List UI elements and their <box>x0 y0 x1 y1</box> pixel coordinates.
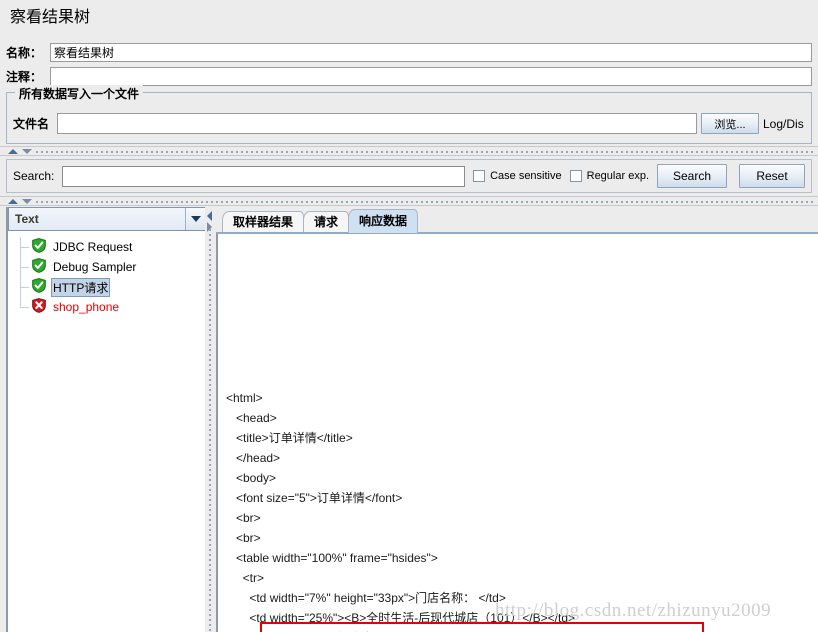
response-line: <br> <box>226 531 261 545</box>
tree-item[interactable]: HTTP请求 <box>8 277 207 297</box>
response-body-text: <html> <head> <title>订单详情</title> </head… <box>226 388 814 632</box>
tree-branch-line <box>20 237 34 257</box>
tree-branch-line <box>20 257 34 277</box>
response-data-viewer[interactable]: <html> <head> <title>订单详情</title> </head… <box>216 234 818 632</box>
response-line: <tr> <box>226 571 265 585</box>
log-display-label: Log/Dis <box>763 116 804 131</box>
response-line: </head> <box>226 451 281 465</box>
split-divider-top[interactable] <box>0 146 818 156</box>
tab-item[interactable]: 请求 <box>303 211 350 233</box>
response-line: <body> <box>226 471 277 485</box>
response-line: <title>订单详情</title> <box>226 431 353 445</box>
divider-grip <box>36 151 816 153</box>
regular-exp-checkbox[interactable]: Regular exp. <box>569 170 649 182</box>
search-input[interactable] <box>62 165 466 187</box>
write-all-data-groupbox: 所有数据写入一个文件 文件名 浏览... Log/Dis <box>6 85 812 144</box>
tree-branch-line <box>20 297 34 317</box>
divider-grip <box>36 201 816 203</box>
tree-item-label: JDBC Request <box>53 240 133 254</box>
tree-item-label: HTTP请求 <box>51 277 111 297</box>
shield-check-icon <box>32 238 51 256</box>
tree-item[interactable]: shop_phone <box>8 297 207 317</box>
search-button[interactable]: Search <box>657 164 727 188</box>
search-label: Search: <box>13 169 55 183</box>
response-line: <html> <box>226 391 263 405</box>
collapse-left-icon[interactable] <box>207 211 212 221</box>
watermark-text: http://blog.csdn.net/zhizunyu2009 <box>495 600 772 621</box>
tab-active[interactable]: 响应数据 <box>348 209 419 233</box>
shield-check-icon <box>32 278 51 296</box>
tree-item-label: shop_phone <box>53 300 120 314</box>
response-line: <head> <box>226 411 277 425</box>
result-tabs[interactable]: 取样器结果 请求 响应数据 <box>216 207 818 233</box>
tree-item[interactable]: JDBC Request <box>8 237 207 257</box>
name-label: 名称： <box>6 45 43 60</box>
page-title: 察看结果树 <box>6 4 812 32</box>
search-bar: Search: Case sensitive Regular exp. Sear… <box>6 159 812 193</box>
checkbox-box-icon[interactable] <box>569 170 582 182</box>
browse-button[interactable]: 浏览... <box>701 113 759 134</box>
response-line: <br> <box>226 511 261 525</box>
collapse-up-icon[interactable] <box>8 149 18 154</box>
response-line: <table width="100%" frame="hsides"> <box>226 551 438 565</box>
name-input[interactable] <box>50 42 812 62</box>
split-divider-vertical[interactable] <box>205 207 216 632</box>
chevron-down-icon[interactable] <box>185 208 206 230</box>
comment-input[interactable] <box>50 66 812 86</box>
filename-input[interactable] <box>57 113 697 134</box>
shield-check-icon <box>32 258 51 276</box>
collapse-up-icon[interactable] <box>8 199 18 204</box>
tab-item[interactable]: 取样器结果 <box>222 211 305 233</box>
results-tree-panel: Text JDBC Request Debug Sampler HTTP请求 shop… <box>6 207 207 632</box>
renderer-dropdown[interactable]: Text <box>8 207 207 231</box>
renderer-selected-value: Text <box>15 212 39 226</box>
divider-grip <box>209 229 211 632</box>
comment-field-row: 注释： <box>6 66 812 86</box>
tree-item[interactable]: Debug Sampler <box>8 257 207 277</box>
sampler-result-tree[interactable]: JDBC Request Debug Sampler HTTP请求 shop_phon… <box>8 233 207 632</box>
tree-item-label: Debug Sampler <box>53 260 137 274</box>
tree-branch-line <box>20 277 34 297</box>
regular-exp-label: Regular exp. <box>586 170 649 182</box>
groupbox-title: 所有数据写入一个文件 <box>15 85 144 102</box>
reset-button[interactable]: Reset <box>739 164 805 188</box>
case-sensitive-checkbox[interactable]: Case sensitive <box>473 170 562 182</box>
jmeter-view-results-tree-window: 察看结果树 名称： 注释： 所有数据写入一个文件 文件名 浏览... Log/D… <box>0 0 818 632</box>
case-sensitive-label: Case sensitive <box>490 170 562 182</box>
checkbox-box-icon[interactable] <box>473 170 486 182</box>
name-field-row: 名称： <box>6 42 812 62</box>
shield-error-icon <box>32 298 51 316</box>
response-line: <font size="5">订单详情</font> <box>226 491 403 505</box>
collapse-down-icon[interactable] <box>22 199 32 204</box>
response-line: <td width="7%">门店电话： </td> <box>226 628 814 632</box>
split-divider-middle[interactable] <box>0 196 818 206</box>
comment-label: 注释： <box>6 69 43 84</box>
filename-label: 文件名 <box>13 117 50 131</box>
collapse-down-icon[interactable] <box>22 149 32 154</box>
result-detail-panel: 取样器结果 请求 响应数据 <html> <head> <title>订单详情</t… <box>216 207 818 632</box>
